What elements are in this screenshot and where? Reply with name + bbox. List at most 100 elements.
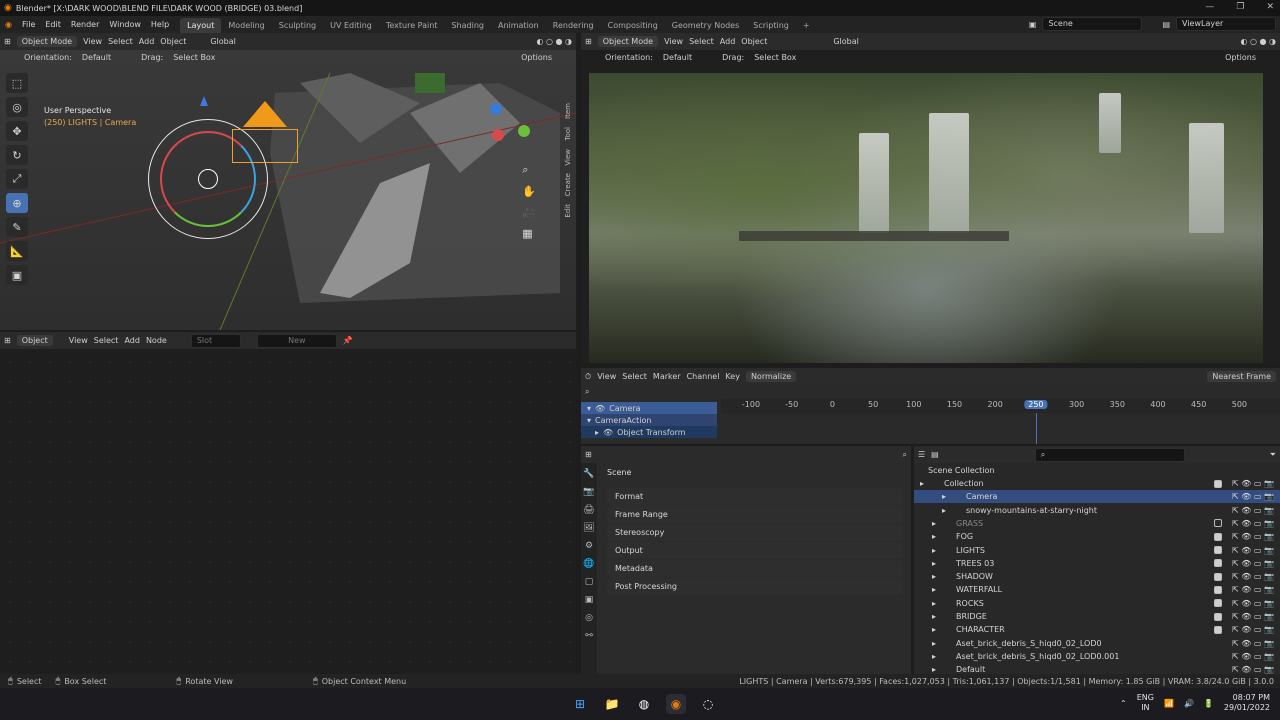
close-button[interactable]: ✕ <box>1266 2 1274 12</box>
snap-dropdown[interactable]: Nearest Frame <box>1207 371 1276 382</box>
outliner-search[interactable]: ⌕ <box>1034 447 1185 462</box>
outliner-row[interactable]: ▸ ROCKS ⇱ 👁 ▭ 📷 <box>914 597 1280 610</box>
tool-tab-icon[interactable]: 🔧 <box>583 469 594 479</box>
visibility-icons[interactable]: ⇱ 👁 ▭ 📷 <box>1232 506 1274 515</box>
exclude-checkbox[interactable] <box>1214 599 1222 608</box>
panel-output[interactable]: Output <box>607 542 903 559</box>
expand-icon[interactable]: ▸ <box>595 428 599 437</box>
visibility-icons[interactable]: ⇱ 👁 ▭ 📷 <box>1232 625 1274 634</box>
file-explorer-icon[interactable]: 📁 <box>602 694 622 714</box>
channel-camera[interactable]: ▾ 👁 Camera <box>581 402 717 414</box>
visibility-icons[interactable]: ⇱ 👁 ▭ 📷 <box>1232 612 1274 621</box>
outliner[interactable]: ☰ ▤ ⌕ ⏷ Scene Collection ▸ Collection ⇱ 👁 … <box>914 446 1280 674</box>
outliner-row[interactable]: ▸ Collection ⇱ 👁 ▭ 📷 <box>914 477 1280 490</box>
view-layer-field[interactable]: ViewLayer <box>1176 17 1276 31</box>
node-type-selector[interactable]: Object <box>16 335 53 346</box>
nav-z-axis-icon[interactable] <box>490 103 502 115</box>
ds-menu-channel[interactable]: Channel <box>687 372 720 381</box>
constraint-tab-icon[interactable]: ⚯ <box>585 631 593 641</box>
channel-camera-action[interactable]: ▾ CameraAction <box>581 414 717 426</box>
panel-post-processing[interactable]: Post Processing <box>607 578 903 595</box>
editor-type-icon[interactable]: ☰ <box>918 450 925 459</box>
playhead[interactable] <box>1035 413 1037 444</box>
visibility-icons[interactable]: ⇱ 👁 ▭ 📷 <box>1232 479 1274 488</box>
move-tool-icon[interactable]: ✥ <box>6 121 28 141</box>
exclude-checkbox[interactable] <box>1214 559 1222 568</box>
camera-viewport[interactable]: ⊞ Object Mode View Select Add Object Glo… <box>581 33 1280 363</box>
expand-icon[interactable]: ▸ <box>932 625 936 634</box>
properties-editor[interactable]: ⊞ ⌕ 🔧 📷 🖨 🖼 ⚙ 🌐 ▢ ▣ ◎ ⚯ Scene Format Fra… <box>581 446 911 674</box>
expand-icon[interactable]: ▸ <box>932 665 936 674</box>
expand-icon[interactable]: ▸ <box>932 585 936 594</box>
tab-sculpting[interactable]: Sculpting <box>272 18 323 33</box>
tab-scripting[interactable]: Scripting <box>746 18 796 33</box>
tab-uv-editing[interactable]: UV Editing <box>323 18 379 33</box>
add-cube-tool-icon[interactable]: ▣ <box>6 265 28 285</box>
visibility-icons[interactable]: ⇱ 👁 ▭ 📷 <box>1232 519 1274 528</box>
options-button[interactable]: Options <box>1225 53 1256 62</box>
exclude-checkbox[interactable] <box>1214 585 1222 594</box>
menu-file[interactable]: File <box>17 20 40 29</box>
outliner-row[interactable]: ▸ SHADOW ⇱ 👁 ▭ 📷 <box>914 570 1280 583</box>
panel-frame-range[interactable]: Frame Range <box>607 506 903 523</box>
scene-tab-icon[interactable]: ⚙ <box>585 541 593 551</box>
expand-icon[interactable]: ▸ <box>942 506 946 515</box>
tab-modeling[interactable]: Modeling <box>221 18 271 33</box>
zoom-icon[interactable]: ⌕ <box>522 163 536 177</box>
shading-icons[interactable]: ◐ ○ ● ◑ <box>1240 37 1276 46</box>
expand-icon[interactable]: ▸ <box>920 479 924 488</box>
tab-texture-paint[interactable]: Texture Paint <box>379 18 445 33</box>
outliner-row[interactable]: ▸ LIGHTS ⇱ 👁 ▭ 📷 <box>914 544 1280 557</box>
expand-icon[interactable]: ▾ <box>587 416 591 425</box>
normalize-toggle[interactable]: Normalize <box>745 371 797 382</box>
expand-icon[interactable]: ▸ <box>942 492 946 501</box>
tab-compositing[interactable]: Compositing <box>601 18 665 33</box>
visibility-icons[interactable]: ⇱ 👁 ▭ 📷 <box>1232 652 1274 661</box>
select-tool-icon[interactable]: ⬚ <box>6 73 28 93</box>
channel-object-transform[interactable]: ▸ 👁 Object Transform <box>581 426 717 438</box>
viewport-3d[interactable]: ⊞ Object Mode View Select Add Object Glo… <box>0 33 576 330</box>
eye-icon[interactable]: 👁 <box>595 404 605 413</box>
outliner-row[interactable]: ▸ Aset_brick_debris_S_hiqd0_02_LOD0.001 ⇱ … <box>914 650 1280 663</box>
scene-field[interactable]: Scene <box>1042 17 1143 31</box>
rendered-scene[interactable] <box>589 73 1263 363</box>
ne-menu-view[interactable]: View <box>69 336 88 345</box>
expand-icon[interactable]: ▸ <box>932 652 936 661</box>
eye-icon[interactable]: 👁 <box>603 428 613 437</box>
tab-animation[interactable]: Animation <box>491 18 546 33</box>
ortho-grid-icon[interactable]: ▦ <box>522 227 536 240</box>
panel-format[interactable]: Format <box>607 488 903 505</box>
exclude-checkbox[interactable] <box>1214 479 1222 488</box>
panel-metadata[interactable]: Metadata <box>607 560 903 577</box>
nav-y-axis-icon[interactable] <box>518 125 530 137</box>
rotate-tool-icon[interactable]: ↻ <box>6 145 28 165</box>
expand-icon[interactable]: ▸ <box>932 572 936 581</box>
search-icon[interactable]: ⌕ <box>903 450 907 460</box>
visibility-icons[interactable]: ⇱ 👁 ▭ 📷 <box>1232 559 1274 568</box>
drag-value[interactable]: Select Box <box>754 53 796 62</box>
measure-tool-icon[interactable]: 📐 <box>6 241 28 261</box>
nav-x-axis-icon[interactable] <box>492 129 504 141</box>
ds-menu-marker[interactable]: Marker <box>653 372 681 381</box>
add-workspace-button[interactable]: + <box>796 18 817 33</box>
wifi-icon[interactable]: 📶 <box>1164 699 1174 708</box>
world-tab-icon[interactable]: 🌐 <box>583 559 594 569</box>
outliner-row[interactable]: ▸ TREES 03 ⇱ 👁 ▭ 📷 <box>914 557 1280 570</box>
menu-edit[interactable]: Edit <box>40 20 66 29</box>
scale-tool-icon[interactable]: ⤢ <box>6 169 28 189</box>
display-mode-icon[interactable]: ▤ <box>931 450 939 459</box>
ds-menu-view[interactable]: View <box>597 372 616 381</box>
sidebar-tab-tool[interactable]: Tool <box>564 127 572 141</box>
ne-menu-select[interactable]: Select <box>94 336 119 345</box>
tab-geometry-nodes[interactable]: Geometry Nodes <box>665 18 746 33</box>
visibility-icons[interactable]: ⇱ 👁 ▭ 📷 <box>1232 572 1274 581</box>
menu-window[interactable]: Window <box>104 20 146 29</box>
render-tab-icon[interactable]: 📷 <box>583 487 594 497</box>
ds-menu-key[interactable]: Key <box>725 372 740 381</box>
outliner-row[interactable]: ▸ Default ⇱ 👁 ▭ 📷 <box>914 663 1280 674</box>
editor-type-icon[interactable]: ⊞ <box>585 37 592 46</box>
clock[interactable]: 08:07 PM 29/01/2022 <box>1224 693 1270 713</box>
camera-triangle-icon[interactable] <box>243 101 287 127</box>
visibility-icons[interactable]: ⇱ 👁 ▭ 📷 <box>1232 532 1274 541</box>
ne-menu-node[interactable]: Node <box>146 336 167 345</box>
